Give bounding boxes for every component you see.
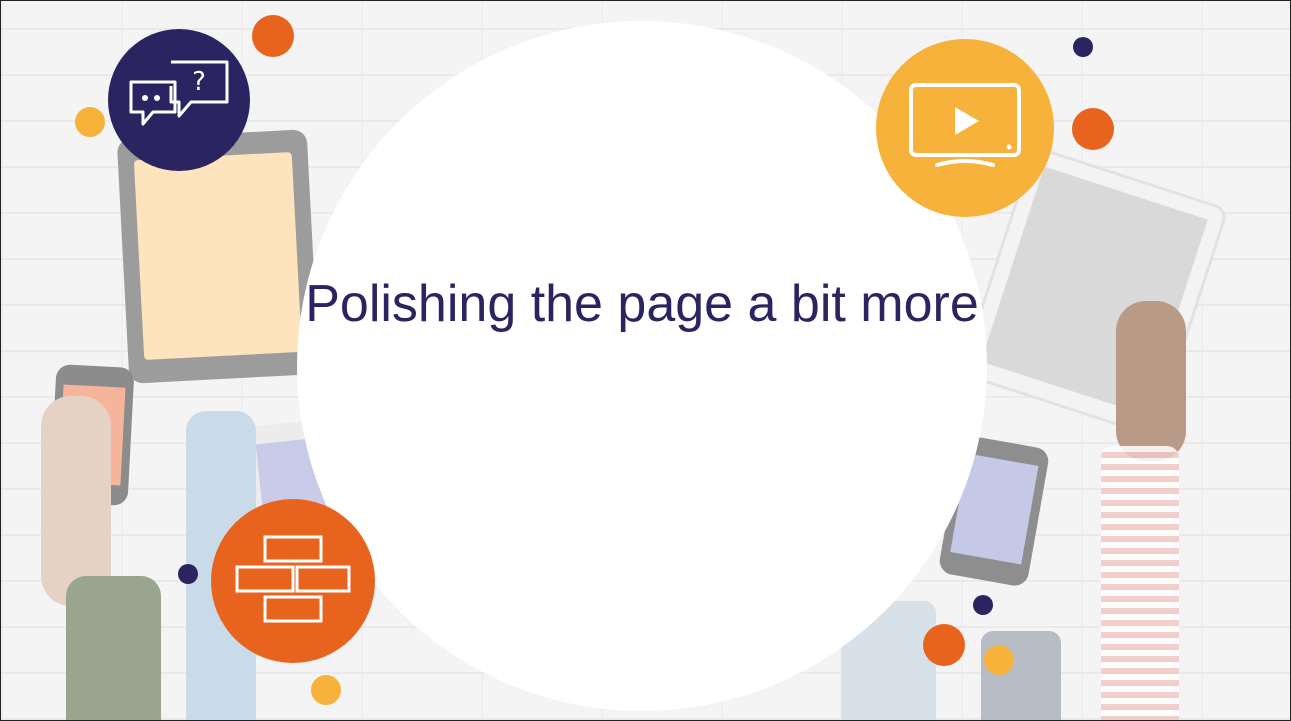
sleeve-gray: [981, 631, 1061, 720]
chat-question-icon: ?: [127, 56, 231, 144]
sleeve-green: [66, 576, 161, 720]
arm-right: [1116, 301, 1186, 461]
dot-navy-top-right: [1073, 37, 1093, 57]
tablet-left: [116, 129, 320, 384]
slide-title: Polishing the page a bit more: [305, 275, 979, 333]
dot-orange-top: [252, 15, 294, 57]
video-badge: [876, 39, 1054, 217]
svg-text:?: ?: [192, 67, 206, 97]
bricks-icon: [233, 533, 353, 629]
sleeve-plaid: [1101, 446, 1179, 720]
dot-navy-bottom-right: [973, 595, 993, 615]
dot-orange-right: [1072, 108, 1114, 150]
arm-left: [41, 396, 111, 606]
slide: Polishing the page a bit more ?: [0, 0, 1291, 721]
chat-badge: ?: [108, 29, 250, 171]
tv-play-icon: [907, 81, 1023, 175]
dot-orange-bottom-right: [923, 624, 965, 666]
bricks-badge: [211, 499, 375, 663]
dot-navy-bottom-left: [178, 564, 198, 584]
dot-yellow-bottom-right: [984, 645, 1014, 675]
dot-yellow-bottom: [311, 675, 341, 705]
dot-yellow-left: [75, 107, 105, 137]
